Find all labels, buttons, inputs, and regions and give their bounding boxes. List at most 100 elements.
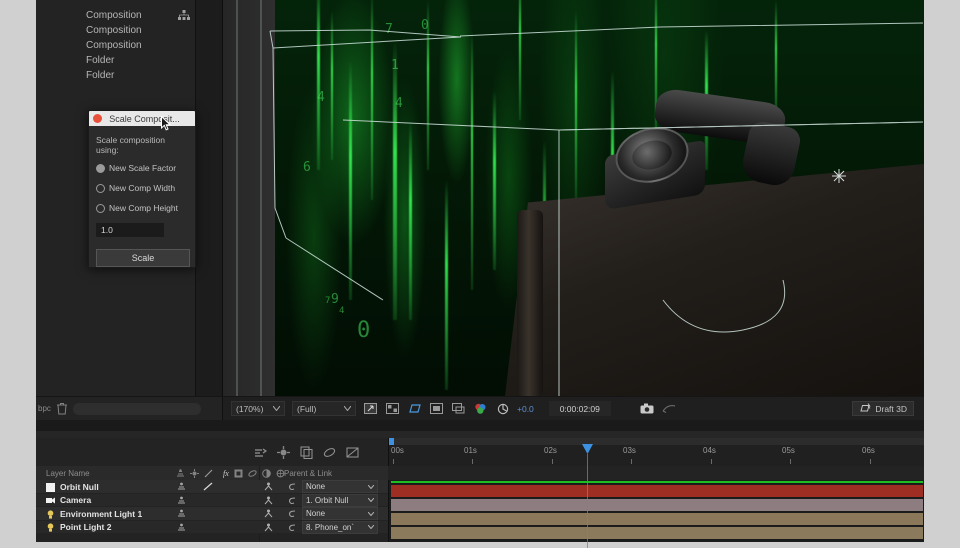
hierarchy-icon[interactable] (178, 10, 190, 21)
column-header-layer-name[interactable]: Layer Name (46, 469, 90, 478)
motion-blur-icon[interactable] (254, 446, 267, 459)
parent-dropdown[interactable]: 1. Orbit Null (302, 493, 378, 507)
transparency-grid-icon[interactable] (385, 401, 400, 416)
ruler-tick-label: 05s (782, 446, 795, 455)
after-effects-window: Composition Composition Composition Fold… (36, 0, 924, 548)
dialog-titlebar[interactable]: Scale Composit... (89, 111, 195, 126)
project-item[interactable]: Composition (36, 8, 196, 23)
frame-blend-icon[interactable] (346, 446, 359, 459)
frame-blending-icon[interactable] (234, 469, 243, 478)
layer-track-bar[interactable] (391, 485, 923, 498)
shy-icon[interactable] (177, 496, 186, 505)
table-row[interactable]: Camera 1. Orbit Null (36, 493, 388, 507)
ruler-tick-label: 02s (544, 446, 557, 455)
draft-3d-button[interactable]: Draft 3D (852, 401, 914, 416)
search-input[interactable] (72, 402, 201, 415)
radio-option-new-scale-factor[interactable]: New Scale Factor (96, 163, 188, 173)
chevron-down-icon (344, 406, 351, 411)
effects-icon[interactable]: fx (223, 469, 229, 478)
project-item[interactable]: Composition (36, 23, 196, 38)
ruler-tick-label: 04s (703, 446, 716, 455)
layer-track-bar[interactable] (391, 499, 923, 512)
shy-icon[interactable] (176, 468, 185, 478)
project-item[interactable]: Folder (36, 68, 196, 83)
project-item[interactable]: Folder (36, 53, 196, 68)
radio-icon[interactable] (96, 183, 105, 193)
radio-icon[interactable] (96, 203, 105, 213)
project-item[interactable]: Composition (36, 38, 196, 53)
show-snapshot-icon[interactable] (662, 401, 677, 416)
timeline-ruler[interactable]: 00s 01s 02s 03s 04s 05s 06s (388, 438, 924, 466)
scale-button[interactable]: Scale (96, 249, 190, 267)
exposure-icon[interactable] (495, 401, 510, 416)
layer-track-bar[interactable] (391, 481, 923, 484)
motion-blur-icon[interactable] (248, 469, 257, 478)
layer-columns-header: Layer Name fx Parent & Link (36, 466, 388, 480)
shy-icon[interactable] (177, 482, 186, 491)
quality-icon[interactable] (203, 482, 213, 491)
region-of-interest-icon[interactable] (363, 401, 378, 416)
matrix-glyph: 4 (395, 96, 403, 111)
timeline-track-area[interactable] (388, 480, 924, 548)
parent-pickwhip-icon[interactable] (288, 496, 297, 505)
parent-pickwhip-icon[interactable] (288, 509, 297, 518)
layer-copies-icon[interactable] (300, 446, 313, 459)
layer-track-bar[interactable] (391, 513, 923, 526)
column-header-parent-link[interactable]: Parent & Link (284, 469, 332, 478)
close-icon[interactable] (93, 114, 102, 123)
trash-icon[interactable] (56, 402, 68, 415)
table-row[interactable]: Point Light 2 8. Phone_on` (36, 520, 388, 534)
radio-option-new-comp-height[interactable]: New Comp Height (96, 203, 188, 213)
chevron-down-icon (368, 511, 374, 516)
layer-name: Environment Light 1 (60, 508, 143, 519)
channel-view-icon[interactable] (451, 401, 466, 416)
work-area-start-handle[interactable] (389, 438, 394, 445)
timecode-display[interactable]: 0:00:02:09 (548, 401, 611, 416)
shy-icon[interactable] (177, 509, 186, 518)
radio-icon[interactable] (96, 163, 105, 173)
magnification-dropdown[interactable]: (170%) (231, 401, 285, 416)
parent-dropdown[interactable]: 8. Phone_on` (302, 520, 378, 534)
ruler-tick-label: 00s (391, 446, 404, 455)
color-management-icon[interactable] (473, 401, 488, 416)
draft-3d-icon (860, 403, 872, 412)
ruler-tick-label: 06s (862, 446, 875, 455)
composition-viewport[interactable]: 7 0 4 1 4 6 9 0 7 4 (223, 0, 924, 396)
viewport-left-band (223, 0, 275, 396)
graph-editor-icon[interactable] (277, 445, 290, 459)
layer-track-bar[interactable] (391, 527, 923, 540)
3d-layer-icon[interactable] (264, 509, 273, 518)
project-item-label: Composition (86, 25, 142, 36)
scale-value-input[interactable]: 1.0 (96, 223, 164, 237)
table-row[interactable]: Environment Light 1 None (36, 507, 388, 521)
null-object-icon (46, 482, 55, 492)
collapse-transformations-icon[interactable] (190, 468, 199, 478)
shy-icon[interactable] (177, 523, 186, 532)
work-area-bar[interactable] (389, 438, 924, 445)
3d-layer-icon[interactable] (264, 496, 273, 505)
quality-icon[interactable] (204, 469, 213, 478)
parent-value: None (306, 482, 326, 491)
viewport-toolbar: bpc (170%) (Full) +0.0 0:00:02:09 Draft … (36, 396, 924, 420)
resolution-dropdown[interactable]: (Full) (292, 401, 356, 416)
layer-name: Point Light 2 (60, 522, 112, 532)
playhead-line (587, 454, 588, 548)
adjustment-layer-icon[interactable] (261, 468, 271, 478)
parent-dropdown[interactable]: None (302, 480, 378, 493)
table-row[interactable]: Orbit Null None (36, 480, 388, 494)
parent-pickwhip-icon[interactable] (288, 523, 297, 532)
camera-icon[interactable] (640, 401, 655, 416)
shy-icon[interactable] (323, 446, 336, 459)
3d-layer-icon[interactable] (264, 482, 273, 491)
timeline-tabbar[interactable] (36, 431, 924, 438)
3d-view-icon[interactable] (407, 401, 422, 416)
timeline-panel: 00s 01s 02s 03s 04s 05s 06s Layer Name f… (36, 438, 924, 548)
parent-pickwhip-icon[interactable] (288, 482, 297, 491)
exposure-value[interactable]: +0.0 (517, 404, 534, 414)
matrix-glyph: 4 (339, 306, 345, 316)
bit-depth-label[interactable]: bpc (38, 404, 51, 413)
radio-option-new-comp-width[interactable]: New Comp Width (96, 183, 188, 193)
parent-dropdown[interactable]: None (302, 507, 378, 520)
3d-layer-icon[interactable] (264, 523, 273, 532)
title-action-safe-icon[interactable] (429, 401, 444, 416)
